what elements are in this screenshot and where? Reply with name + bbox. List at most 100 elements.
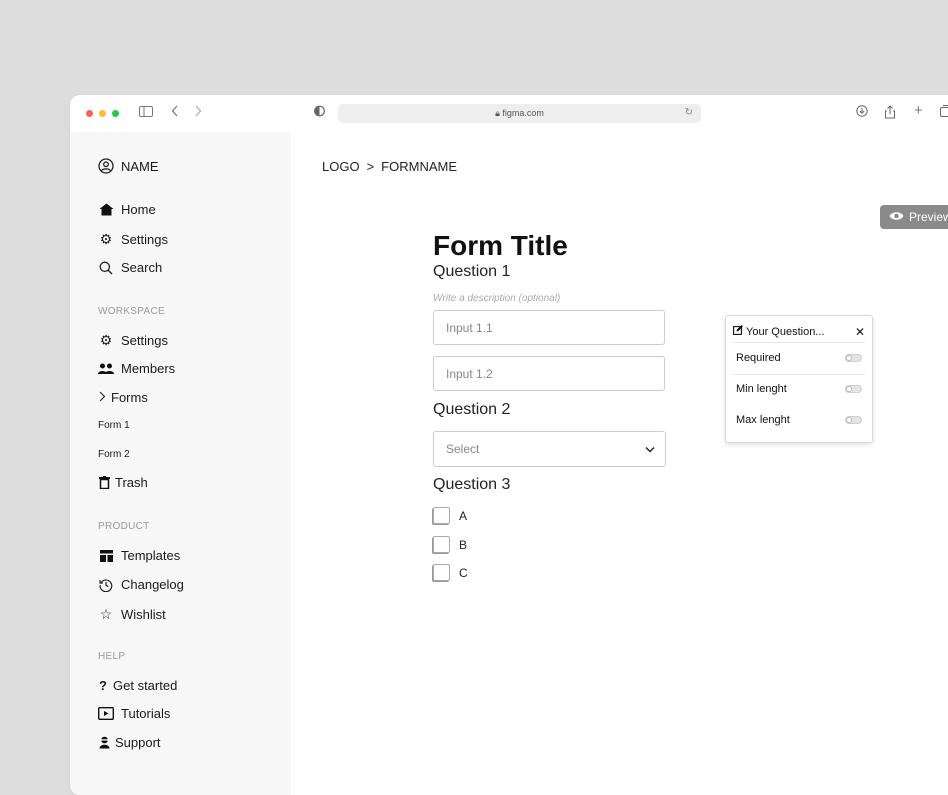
- chevron-down-icon: [645, 442, 655, 456]
- question-settings-popover: Your Question... ✕ Required Min lenght M…: [725, 315, 873, 443]
- question-2-label[interactable]: Question 2: [433, 401, 510, 419]
- sidebar-item-label: Tutorials: [121, 706, 170, 721]
- input-1-2[interactable]: Input 1.2: [433, 356, 665, 391]
- sidebar-item-label: Trash: [115, 475, 148, 490]
- checkbox[interactable]: [433, 536, 450, 553]
- sidebar-toggle-icon[interactable]: [139, 105, 153, 121]
- checkbox-option-a[interactable]: A: [433, 507, 467, 524]
- min-length-toggle[interactable]: [845, 385, 862, 393]
- breadcrumb: LOGO > FORMNAME: [322, 159, 457, 174]
- checkbox-option-b[interactable]: B: [433, 536, 467, 553]
- preview-button[interactable]: Preview: [880, 205, 948, 229]
- sidebar-item-forms[interactable]: Forms: [98, 390, 148, 405]
- url-text: 🔒︎ figma.com: [338, 108, 701, 119]
- popover-row-required: Required: [736, 352, 862, 364]
- input-placeholder: Input 1.2: [446, 367, 493, 381]
- video-icon: [98, 707, 114, 720]
- sidebar-item-label: Settings: [121, 333, 168, 348]
- section-label-workspace: WORKSPACE: [98, 306, 165, 317]
- sidebar-item-settings[interactable]: ⚙︎ Settings: [98, 231, 168, 248]
- popover-row-max-length: Max lenght: [736, 414, 862, 426]
- home-icon: [98, 203, 114, 216]
- sidebar-item-search[interactable]: Search: [98, 260, 162, 275]
- tabs-overview-icon[interactable]: [940, 105, 948, 121]
- share-icon[interactable]: [884, 105, 896, 123]
- star-icon: ☆: [98, 606, 114, 623]
- sidebar-item-form-1[interactable]: Form 1: [98, 420, 130, 431]
- divider: [733, 342, 865, 343]
- reload-icon[interactable]: ↻: [685, 107, 693, 118]
- minimize-window-button[interactable]: [99, 110, 106, 117]
- sidebar-item-label: Form 1: [98, 420, 130, 431]
- user-circle-icon: [98, 158, 114, 174]
- close-icon[interactable]: ✕: [855, 325, 865, 339]
- popover-row-label: Min lenght: [736, 383, 787, 395]
- sidebar-item-get-started[interactable]: ? Get started: [98, 678, 177, 693]
- gear-icon: ⚙︎: [98, 332, 114, 349]
- popover-header: Your Question... ✕: [733, 325, 865, 338]
- new-tab-icon[interactable]: +: [914, 103, 923, 119]
- preview-label: Preview: [909, 210, 948, 224]
- chevron-right-icon: [98, 390, 106, 405]
- input-1-1[interactable]: Input 1.1: [433, 310, 665, 345]
- section-label-help: HELP: [98, 651, 125, 662]
- eye-icon: [889, 210, 904, 224]
- sidebar-item-tutorials[interactable]: Tutorials: [98, 706, 170, 721]
- question-2-select[interactable]: Select: [433, 431, 666, 467]
- popover-row-label: Required: [736, 352, 781, 364]
- sidebar-item-home[interactable]: Home: [98, 202, 156, 217]
- user-name: NAME: [121, 159, 159, 174]
- privacy-shield-icon[interactable]: [314, 105, 325, 121]
- sidebar-item-members[interactable]: Members: [98, 361, 175, 376]
- sidebar-item-label: Form 2: [98, 449, 130, 460]
- sidebar-item-form-2[interactable]: Form 2: [98, 449, 130, 460]
- support-icon: [98, 736, 110, 749]
- sidebar-item-label: Templates: [121, 548, 180, 563]
- sidebar-item-workspace-settings[interactable]: ⚙︎ Settings: [98, 332, 168, 349]
- main-content: LOGO > FORMNAME Preview Form Title Quest…: [291, 132, 948, 795]
- breadcrumb-current: FORMNAME: [381, 159, 457, 174]
- sidebar-item-label: Members: [121, 361, 175, 376]
- sidebar-item-support[interactable]: Support: [98, 735, 161, 750]
- back-icon[interactable]: [171, 105, 179, 121]
- question-1-label[interactable]: Question 1: [433, 263, 510, 281]
- input-placeholder: Input 1.1: [446, 321, 493, 335]
- forward-icon[interactable]: [194, 105, 202, 121]
- checkbox[interactable]: [433, 564, 450, 581]
- checkbox-label: C: [459, 566, 468, 580]
- checkbox[interactable]: [433, 507, 450, 524]
- sidebar-item-label: Wishlist: [121, 607, 166, 622]
- checkbox-label: A: [459, 509, 467, 523]
- address-bar[interactable]: 🔒︎ figma.com ↻: [338, 104, 701, 123]
- form-title[interactable]: Form Title: [433, 230, 568, 262]
- sidebar-item-changelog[interactable]: Changelog: [98, 577, 184, 592]
- sidebar-item-label: Search: [121, 260, 162, 275]
- gear-icon: ⚙︎: [98, 231, 114, 248]
- popover-row-min-length: Min lenght: [736, 383, 862, 395]
- question-3-label[interactable]: Question 3: [433, 476, 510, 494]
- divider: [733, 374, 865, 375]
- popover-row-label: Max lenght: [736, 414, 790, 426]
- sidebar-item-label: Get started: [113, 678, 177, 693]
- max-length-toggle[interactable]: [845, 416, 862, 424]
- sidebar-item-wishlist[interactable]: ☆ Wishlist: [98, 606, 166, 623]
- sidebar-item-label: Forms: [111, 390, 148, 405]
- sidebar-item-trash[interactable]: Trash: [98, 475, 148, 490]
- close-window-button[interactable]: [86, 110, 93, 117]
- checkbox-label: B: [459, 538, 467, 552]
- sidebar-item-templates[interactable]: Templates: [98, 548, 180, 563]
- sidebar: NAME Home ⚙︎ Settings Search WORKSPACE ⚙…: [70, 132, 291, 795]
- required-toggle[interactable]: [845, 354, 862, 362]
- question-1-description[interactable]: Write a description (optional): [433, 293, 560, 304]
- history-icon: [98, 578, 114, 592]
- templates-icon: [98, 550, 114, 562]
- select-placeholder: Select: [446, 442, 479, 456]
- checkbox-option-c[interactable]: C: [433, 564, 468, 581]
- breadcrumb-separator: >: [367, 159, 375, 174]
- sidebar-item-label: Settings: [121, 232, 168, 247]
- search-icon: [98, 261, 114, 275]
- download-icon[interactable]: [856, 105, 868, 121]
- user-profile[interactable]: NAME: [98, 158, 159, 174]
- maximize-window-button[interactable]: [112, 110, 119, 117]
- breadcrumb-logo[interactable]: LOGO: [322, 159, 360, 174]
